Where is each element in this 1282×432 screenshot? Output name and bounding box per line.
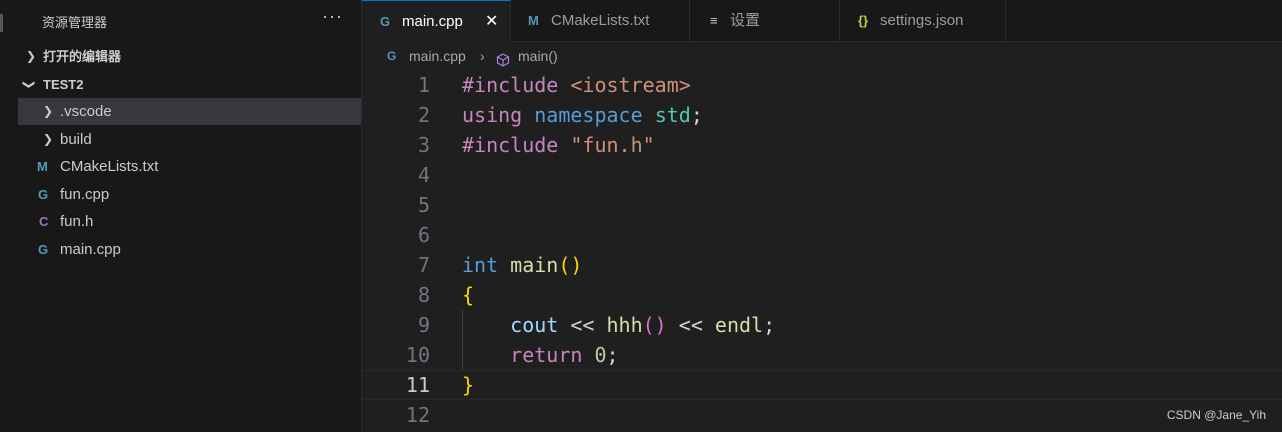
tree-item-vscode[interactable]: ❯ .vscode [18, 98, 361, 125]
open-editors-label: 打开的编辑器 [43, 49, 122, 64]
code-line: 7 int main() [362, 250, 1282, 280]
tree-item-label: build [60, 131, 92, 148]
activity-bar [0, 0, 18, 432]
code-line: 1 #include <iostream> [362, 70, 1282, 100]
json-file-icon: {} [858, 13, 869, 28]
tab-label: main.cpp [402, 13, 463, 30]
line-number: 3 [417, 133, 430, 157]
tree-item-label: CMakeLists.txt [60, 158, 159, 175]
project-label: TEST2 [43, 77, 84, 92]
tab-main-cpp[interactable]: G main.cpp ✕ [362, 0, 511, 42]
line-number: 7 [417, 253, 430, 277]
chevron-right-icon: ❯ [43, 132, 54, 146]
code-line: 2 using namespace std; [362, 100, 1282, 130]
cpp-file-icon: G [380, 14, 391, 29]
tab-bar: G main.cpp ✕ M CMakeLists.txt ≡ 设置 {} se… [362, 0, 1282, 42]
tab-label: CMakeLists.txt [551, 12, 650, 29]
explorer-title: 资源管理器 [42, 15, 108, 30]
header-file-icon: C [39, 214, 49, 229]
tab-settings[interactable]: ≡ 设置 [690, 0, 840, 41]
cmake-file-icon: M [528, 13, 539, 28]
tree-item-label: fun.cpp [60, 186, 110, 203]
tree-item-label: main.cpp [60, 241, 121, 258]
explorer-indicator [0, 14, 3, 32]
project-section[interactable]: ❯ TEST2 [18, 71, 361, 98]
tree-item-main-cpp[interactable]: G main.cpp [18, 236, 361, 263]
code-line: 6 [362, 220, 1282, 250]
code-line: 8 { [362, 280, 1282, 310]
line-number: 11 [405, 373, 430, 397]
code-line: 4 [362, 160, 1282, 190]
close-icon[interactable]: ✕ [485, 1, 498, 42]
cmake-file-icon: M [37, 159, 48, 174]
line-number: 8 [417, 283, 430, 307]
open-editors-section[interactable]: ❯ 打开的编辑器 [18, 43, 361, 70]
chevron-right-icon: ❯ [26, 49, 37, 63]
line-number: 10 [405, 343, 430, 367]
line-number: 9 [417, 313, 430, 337]
breadcrumb-symbol[interactable]: main() [518, 42, 558, 70]
more-actions-icon[interactable]: ··· [322, 6, 343, 27]
settings-list-icon: ≡ [710, 13, 718, 28]
code-line: 5 [362, 190, 1282, 220]
line-number: 6 [417, 223, 430, 247]
tab-label: 设置 [730, 12, 761, 29]
tab-settings-json[interactable]: {} settings.json [840, 0, 1006, 41]
code-line: 10 return 0; [362, 340, 1282, 370]
tree-item-build[interactable]: ❯ build [18, 126, 361, 153]
cpp-file-icon: G [38, 242, 49, 257]
watermark: CSDN @Jane_Yih [1166, 408, 1266, 422]
line-number: 1 [417, 73, 430, 97]
tree-item-fun-cpp[interactable]: G fun.cpp [18, 181, 361, 208]
line-number: 5 [417, 193, 430, 217]
tree-item-label: .vscode [60, 103, 112, 120]
symbol-method-icon [496, 48, 510, 67]
tab-label: settings.json [880, 12, 964, 29]
line-number: 12 [405, 403, 430, 427]
tree-item-fun-h[interactable]: C fun.h [18, 208, 361, 235]
breadcrumb: G main.cpp › main() [362, 42, 1282, 70]
code-line: 9 cout << hhh() << endl; [362, 310, 1282, 340]
line-number: 2 [417, 103, 430, 127]
tab-cmakelists[interactable]: M CMakeLists.txt [511, 0, 690, 41]
cpp-file-icon: G [38, 187, 49, 202]
code-line-current: 11 } [362, 370, 1282, 400]
breadcrumb-file[interactable]: main.cpp [409, 42, 466, 70]
tree-item-label: fun.h [60, 213, 94, 230]
line-number: 4 [417, 163, 430, 187]
cpp-file-icon: G [387, 49, 397, 63]
breadcrumb-separator: › [480, 48, 485, 64]
code-line: 12 [362, 400, 1282, 430]
code-line: 3 #include "fun.h" [362, 130, 1282, 160]
explorer-sidebar: 资源管理器 ··· ❯ 打开的编辑器 ❯ TEST2 ❯ .vscode ❯ b… [18, 0, 362, 432]
tree-item-cmakelists[interactable]: M CMakeLists.txt [18, 153, 361, 180]
chevron-down-icon: ❯ [22, 79, 37, 90]
chevron-right-icon: ❯ [43, 104, 54, 118]
editor-area: G main.cpp ✕ M CMakeLists.txt ≡ 设置 {} se… [362, 0, 1282, 432]
